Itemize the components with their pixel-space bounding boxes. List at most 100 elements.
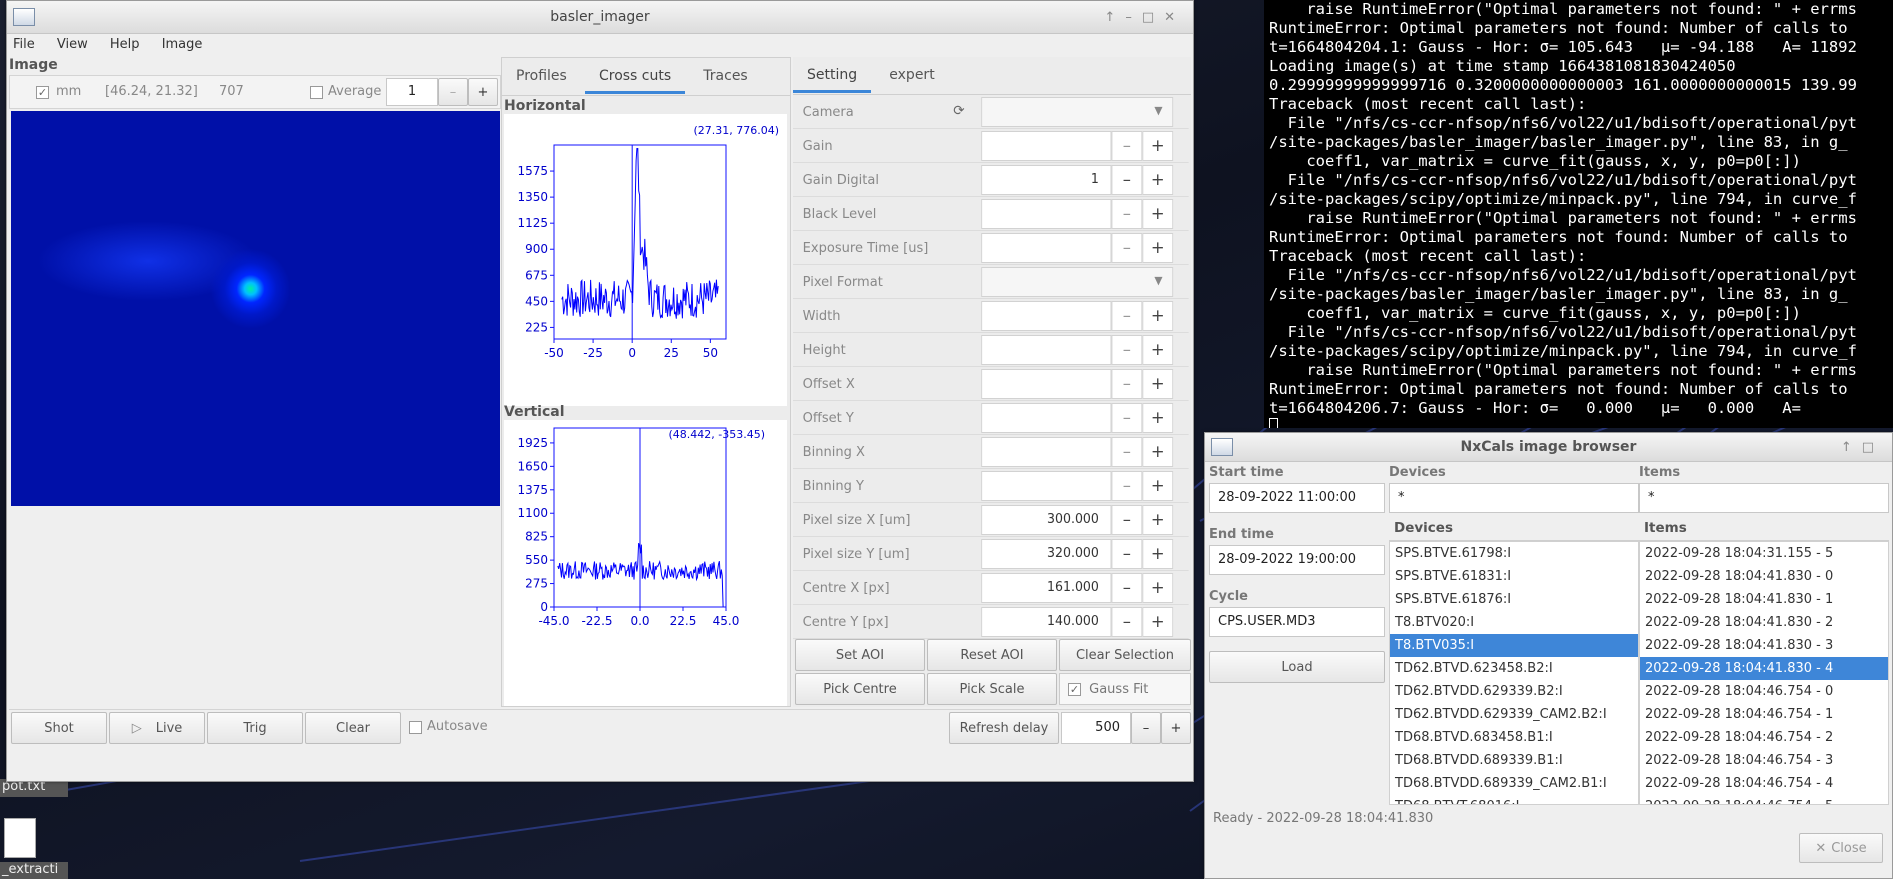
offset-y-input[interactable]	[981, 403, 1112, 433]
item-list-item[interactable]: 2022-09-28 18:04:46.754 - 5	[1640, 795, 1888, 804]
width-increment[interactable]: +	[1142, 301, 1174, 331]
item-list-item[interactable]: 2022-09-28 18:04:41.830 - 2	[1640, 611, 1888, 634]
binning-x-decrement[interactable]: –	[1111, 437, 1143, 467]
pick-scale-button[interactable]: Pick Scale	[927, 673, 1057, 705]
vertical-plot[interactable]: (48.442, -353.45) 0 275 550 825 1100 1375 1650…	[504, 420, 787, 706]
tab-cross-cuts[interactable]: Cross cuts	[584, 58, 686, 94]
clear-selection-button[interactable]: Clear Selection	[1059, 639, 1191, 671]
binning-x-input[interactable]	[981, 437, 1112, 467]
refresh-delay-input[interactable]: 500	[1061, 712, 1131, 744]
device-list-item[interactable]: TD68.BTVDD.689339.B1:I	[1390, 749, 1638, 772]
device-list-item[interactable]: TD68.BTVT.68016:I	[1390, 795, 1638, 804]
window-controls[interactable]: ↑–□✕	[1104, 1, 1185, 34]
reset-aoi-button[interactable]: Reset AOI	[927, 639, 1057, 671]
average-decrement[interactable]: –	[438, 78, 468, 106]
device-list-item[interactable]: T8.BTV035:I	[1390, 634, 1638, 657]
menu-view[interactable]: View	[57, 37, 88, 52]
load-button[interactable]: Load	[1209, 651, 1385, 683]
pixel-size-y-um-increment[interactable]: +	[1142, 539, 1174, 569]
item-list-item[interactable]: 2022-09-28 18:04:31.155 - 5	[1640, 542, 1888, 565]
gain-increment[interactable]: +	[1142, 131, 1174, 161]
device-list-item[interactable]: T8.BTV020:I	[1390, 611, 1638, 634]
black-level-decrement[interactable]: –	[1111, 199, 1143, 229]
binning-x-increment[interactable]: +	[1142, 437, 1174, 467]
browser-titlebar[interactable]: NxCals image browser ↑□	[1205, 433, 1892, 462]
devices-list[interactable]: SPS.BTVE.61798:I SPS.BTVE.61831:I SPS.BTVE…	[1389, 541, 1639, 805]
refresh-delay-decrement[interactable]: –	[1131, 712, 1161, 744]
tab-setting[interactable]: Setting	[793, 57, 872, 93]
centre-y-px-increment[interactable]: +	[1142, 607, 1174, 637]
autosave-checkbox[interactable]	[409, 721, 422, 734]
gauss-fit-toggle[interactable]: ✓ Gauss Fit	[1059, 673, 1191, 705]
window-controls[interactable]: ↑□	[1841, 433, 1884, 462]
binning-y-decrement[interactable]: –	[1111, 471, 1143, 501]
camera-image[interactable]	[11, 111, 500, 506]
average-increment[interactable]: +	[468, 78, 498, 106]
pixel-format-combo[interactable]: ▼	[981, 267, 1174, 297]
height-input[interactable]	[981, 335, 1112, 365]
horizontal-plot[interactable]: (27.31, 776.04) 225 450 675 900 1125 1350 1575…	[504, 114, 787, 406]
pixel-size-x-um-increment[interactable]: +	[1142, 505, 1174, 535]
item-list-item[interactable]: 2022-09-28 18:04:46.754 - 4	[1640, 772, 1888, 795]
set-aoi-button[interactable]: Set AOI	[795, 639, 925, 671]
menu-help[interactable]: Help	[110, 37, 140, 52]
device-list-item[interactable]: TD62.BTVDD.629339_CAM2.B2:I	[1390, 703, 1638, 726]
close-button[interactable]: ✕ Close	[1799, 833, 1883, 863]
cycle-input[interactable]: CPS.USER.MD3	[1209, 607, 1385, 637]
camera-combo[interactable]: ▼	[981, 97, 1174, 127]
black-level-input[interactable]	[981, 199, 1112, 229]
menu-image[interactable]: Image	[162, 37, 203, 52]
offset-x-input[interactable]	[981, 369, 1112, 399]
refresh-delay-increment[interactable]: +	[1161, 712, 1191, 744]
pixel-size-y-um-decrement[interactable]: –	[1111, 539, 1143, 569]
height-increment[interactable]: +	[1142, 335, 1174, 365]
offset-y-increment[interactable]: +	[1142, 403, 1174, 433]
device-list-item[interactable]: SPS.BTVE.61798:I	[1390, 542, 1638, 565]
gain-digital-increment[interactable]: +	[1142, 165, 1174, 195]
gain-decrement[interactable]: –	[1111, 131, 1143, 161]
exposure-time-us-increment[interactable]: +	[1142, 233, 1174, 263]
desktop-file-label[interactable]: _extracti	[0, 862, 68, 879]
black-level-increment[interactable]: +	[1142, 199, 1174, 229]
item-list-item[interactable]: 2022-09-28 18:04:41.830 - 4	[1640, 657, 1888, 680]
tab-expert[interactable]: expert	[875, 57, 948, 93]
trig-button[interactable]: Trig	[207, 712, 303, 744]
item-list-item[interactable]: 2022-09-28 18:04:46.754 - 1	[1640, 703, 1888, 726]
device-list-item[interactable]: TD62.BTVD.623458.B2:I	[1390, 657, 1638, 680]
shot-button[interactable]: Shot	[11, 712, 107, 744]
offset-x-decrement[interactable]: –	[1111, 369, 1143, 399]
horizontal-chart[interactable]: 225 450 675 900 1125 1350 1575 -50 -25 0 25 50	[504, 114, 787, 406]
binning-y-increment[interactable]: +	[1142, 471, 1174, 501]
tab-traces[interactable]: Traces	[689, 58, 761, 94]
items-list[interactable]: 2022-09-28 18:04:31.155 - 5 2022-09-28 18…	[1639, 541, 1889, 805]
device-list-item[interactable]: SPS.BTVE.61831:I	[1390, 565, 1638, 588]
pixel-size-x-um-input[interactable]: 300.000	[981, 505, 1112, 535]
binning-y-input[interactable]	[981, 471, 1112, 501]
imager-titlebar[interactable]: basler_imager ↑–□✕	[7, 1, 1193, 34]
mm-checkbox[interactable]: ✓	[36, 86, 49, 99]
offset-y-decrement[interactable]: –	[1111, 403, 1143, 433]
width-input[interactable]	[981, 301, 1112, 331]
item-list-item[interactable]: 2022-09-28 18:04:41.830 - 1	[1640, 588, 1888, 611]
device-list-item[interactable]: TD62.BTVDD.629339.B2:I	[1390, 680, 1638, 703]
device-list-item[interactable]: TD68.BTVD.683458.B1:I	[1390, 726, 1638, 749]
gain-digital-input[interactable]: 1	[981, 165, 1112, 195]
centre-x-px-input[interactable]: 161.000	[981, 573, 1112, 603]
exposure-time-us-decrement[interactable]: –	[1111, 233, 1143, 263]
exposure-time-us-input[interactable]	[981, 233, 1112, 263]
live-button[interactable]: ▷ Live	[109, 712, 205, 744]
item-list-item[interactable]: 2022-09-28 18:04:46.754 - 0	[1640, 680, 1888, 703]
gain-input[interactable]	[981, 131, 1112, 161]
centre-y-px-input[interactable]: 140.000	[981, 607, 1112, 637]
pixel-size-x-um-decrement[interactable]: –	[1111, 505, 1143, 535]
average-checkbox[interactable]	[310, 86, 323, 99]
terminal-output[interactable]: raise RuntimeError("Optimal parameters n…	[1264, 0, 1893, 428]
item-list-item[interactable]: 2022-09-28 18:04:46.754 - 3	[1640, 749, 1888, 772]
menu-file[interactable]: File	[13, 37, 35, 52]
items-filter-input[interactable]: *	[1639, 483, 1889, 513]
device-list-item[interactable]: SPS.BTVE.61876:I	[1390, 588, 1638, 611]
devices-filter-input[interactable]: *	[1389, 483, 1639, 513]
vertical-chart[interactable]: 0 275 550 825 1100 1375 1650 1925 -45.0 -22.5 0.0 2…	[504, 420, 787, 706]
centre-x-px-increment[interactable]: +	[1142, 573, 1174, 603]
offset-x-increment[interactable]: +	[1142, 369, 1174, 399]
